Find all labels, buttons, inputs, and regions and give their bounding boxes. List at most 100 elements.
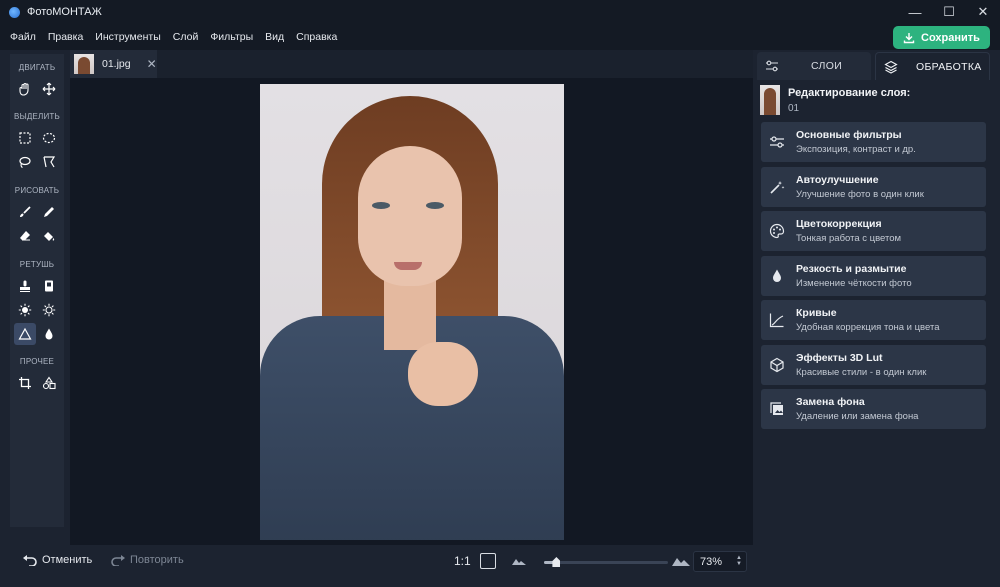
canvas-area[interactable] <box>70 78 753 545</box>
item-subtitle: Изменение чёткости фото <box>796 277 912 289</box>
undo-button[interactable]: Отменить <box>22 554 92 566</box>
item-3d-lut[interactable]: Эффекты 3D Lut Красивые стили - в один к… <box>761 344 986 385</box>
document-tab[interactable]: 01.jpg ✕ <box>70 50 157 78</box>
ellipse-select-tool[interactable] <box>38 127 60 149</box>
maximize-button[interactable]: ☐ <box>932 0 966 24</box>
item-subtitle: Экспозиция, контраст и др. <box>796 144 916 155</box>
stamp-icon <box>20 280 30 292</box>
zoom-percentage-field[interactable]: 73% ▲ ▼ <box>693 551 747 572</box>
hand-tool[interactable] <box>14 78 36 100</box>
item-subtitle: Тонкая работа с цветом <box>796 233 902 244</box>
zoom-in-mountain-icon[interactable] <box>672 555 690 566</box>
section-other: ПРОЧЕЕ <box>19 357 55 366</box>
fill-tool[interactable] <box>38 225 60 247</box>
move-arrows-icon <box>42 82 56 96</box>
item-sharpness-blur[interactable]: Резкость и размытие Изменение чёткости ф… <box>761 255 986 296</box>
layer-header: Редактирование слоя: 01 <box>760 84 990 116</box>
photo-image <box>260 84 564 540</box>
app-title: ФотоМОНТАЖ <box>27 6 102 18</box>
photo-image-hand <box>408 342 478 406</box>
menu-edit[interactable]: Правка <box>42 31 89 43</box>
eraser-tool[interactable] <box>14 225 36 247</box>
app-logo-icon <box>9 6 20 18</box>
menu-tools[interactable]: Инструменты <box>89 31 166 43</box>
tab-layers-label: СЛОИ <box>811 60 843 72</box>
layer-name: 01 <box>788 103 800 114</box>
menu-help[interactable]: Справка <box>290 31 343 43</box>
sun-filled-icon <box>18 303 32 317</box>
lasso-tool[interactable] <box>14 151 36 173</box>
close-tab-icon[interactable]: ✕ <box>147 57 157 71</box>
shapes-tool[interactable] <box>38 372 60 394</box>
layers-icon <box>884 60 898 74</box>
actual-size-button[interactable]: 1:1 <box>454 554 471 568</box>
save-button-label: Сохранить <box>921 31 980 44</box>
magic-wand-icon <box>770 180 785 194</box>
redo-label: Повторить <box>130 554 184 566</box>
polygon-lasso-tool[interactable] <box>38 151 60 173</box>
sliders-icon <box>770 136 784 148</box>
brush-icon <box>20 206 31 217</box>
window-controls: — ☐ ✕ <box>898 0 1000 24</box>
tab-processing[interactable]: ОБРАБОТКА <box>875 52 990 80</box>
patch-tool[interactable] <box>38 275 60 297</box>
drop-icon <box>773 269 781 282</box>
document-thumbnail <box>74 54 94 74</box>
pencil-icon <box>44 207 54 217</box>
save-button[interactable]: Сохранить <box>893 26 990 49</box>
close-button[interactable]: ✕ <box>966 0 1000 24</box>
redo-button[interactable]: Повторить <box>110 554 184 566</box>
menu-layer[interactable]: Слой <box>167 31 205 43</box>
zoom-slider[interactable] <box>544 557 668 567</box>
zoom-slider-thumb[interactable] <box>552 557 561 567</box>
drop-icon <box>45 328 53 340</box>
item-auto-enhance[interactable]: Автоулучшение Улучшение фото в один клик <box>761 166 986 207</box>
blur-tool[interactable] <box>38 323 60 345</box>
crop-icon <box>19 377 31 389</box>
lighten-tool[interactable] <box>14 299 36 321</box>
item-title: Цветокоррекция <box>796 218 882 230</box>
undo-label: Отменить <box>42 554 93 566</box>
darken-tool[interactable] <box>38 299 60 321</box>
rect-select-tool[interactable] <box>14 127 36 149</box>
section-retouch: РЕТУШЬ <box>19 260 55 269</box>
item-subtitle: Удобная коррекция тона и цвета <box>796 322 940 333</box>
zoom-value: 73% <box>700 555 723 568</box>
brush-tool[interactable] <box>14 201 36 223</box>
menu-view[interactable]: Вид <box>259 31 290 43</box>
item-title: Автоулучшение <box>796 173 879 186</box>
layer-edit-title: Редактирование слоя: <box>788 87 911 99</box>
download-icon <box>903 32 915 43</box>
sun-outline-icon <box>42 303 56 317</box>
processing-list: Основные фильтры Экспозиция, контраст и … <box>761 122 986 434</box>
tab-processing-label: ОБРАБОТКА <box>916 60 982 73</box>
item-title: Эффекты 3D Lut <box>796 351 883 364</box>
menu-filters[interactable]: Фильтры <box>204 31 259 43</box>
crop-tool[interactable] <box>14 372 36 394</box>
fit-screen-icon[interactable] <box>480 553 496 569</box>
item-background-replace[interactable]: Замена фона Удаление или замена фона <box>761 389 986 429</box>
move-tool[interactable] <box>38 78 60 100</box>
rect-select-icon <box>19 132 31 144</box>
right-panel-tabs: СЛОИ ОБРАБОТКА <box>757 52 990 80</box>
shapes-icon <box>42 376 56 390</box>
title-bar: ФотоМОНТАЖ — ☐ ✕ <box>0 0 1000 24</box>
pencil-tool[interactable] <box>38 201 60 223</box>
tab-layers[interactable]: СЛОИ <box>757 52 871 80</box>
item-basic-filters[interactable]: Основные фильтры Экспозиция, контраст и … <box>761 122 986 162</box>
zoom-out-mountain-icon[interactable] <box>512 557 526 565</box>
ellipse-select-icon <box>42 132 56 144</box>
stamp-tool[interactable] <box>14 275 36 297</box>
item-curves[interactable]: Кривые Удобная коррекция тона и цвета <box>761 300 986 340</box>
section-draw: РИСОВАТЬ <box>14 186 60 195</box>
section-move: ДВИГАТЬ <box>18 63 56 72</box>
layers-stack-icon <box>770 402 783 415</box>
sharpen-tool[interactable] <box>14 323 36 345</box>
item-color-correction[interactable]: Цветокоррекция Тонкая работа с цветом <box>761 211 986 251</box>
palette-icon <box>769 223 785 239</box>
photo-image-mouth <box>394 262 422 270</box>
menu-file[interactable]: Файл <box>4 31 42 43</box>
paint-bucket-icon <box>44 232 55 241</box>
zoom-spinner-icon[interactable]: ▲ ▼ <box>736 555 742 567</box>
minimize-button[interactable]: — <box>898 0 932 24</box>
